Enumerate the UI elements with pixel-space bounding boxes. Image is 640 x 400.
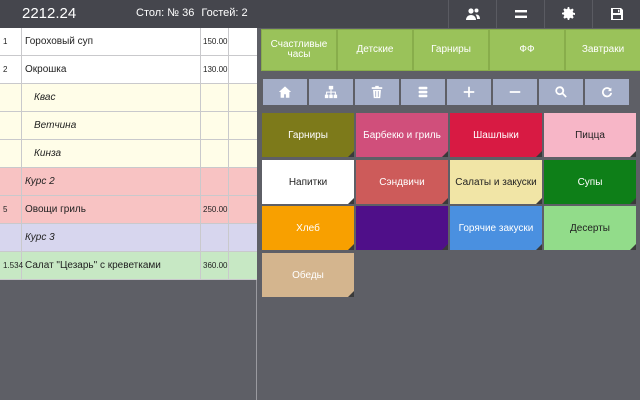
row-price: [201, 168, 229, 195]
menu-tile[interactable]: Шашлыки: [450, 113, 542, 157]
refresh-button[interactable]: [585, 79, 629, 105]
category-tab-breakfast[interactable]: Завтраки: [565, 29, 640, 71]
row-extra: [229, 224, 257, 251]
menu-tile[interactable]: Барбекю и гриль: [356, 113, 448, 157]
row-name: Салат "Цезарь" с креветками: [22, 252, 201, 279]
menu-tile[interactable]: Десерты: [544, 206, 636, 250]
table-number: Стол: № 36: [136, 7, 195, 19]
users-icon: [465, 8, 480, 20]
row-number: 2: [0, 56, 22, 83]
stack-icon: [418, 86, 428, 98]
row-extra: [229, 252, 257, 279]
row-price: [201, 140, 229, 167]
order-list: 1 Гороховый суп 150.00 2 Окрошка 130.00 …: [0, 28, 257, 400]
equals-icon: [514, 10, 527, 18]
row-name: Ветчина: [22, 112, 201, 139]
search-button[interactable]: [539, 79, 583, 105]
order-row[interactable]: Курс 2: [0, 168, 257, 196]
table-info: Стол: № 36 Гостей: 2: [136, 7, 252, 19]
row-name: Окрошка: [22, 56, 201, 83]
row-number: [0, 168, 22, 195]
menu-tile[interactable]: Пицца: [544, 113, 636, 157]
row-price: 250.00: [201, 196, 229, 223]
save-icon: [610, 8, 623, 20]
order-row[interactable]: Квас: [0, 84, 257, 112]
home-button[interactable]: [263, 79, 307, 105]
row-price: 360.00: [201, 252, 229, 279]
gear-icon: [561, 7, 575, 20]
row-name: Кинза: [22, 140, 201, 167]
order-row[interactable]: Ветчина: [0, 112, 257, 140]
menu-tile[interactable]: Хлеб: [262, 206, 354, 250]
plus-icon: [463, 86, 475, 98]
row-number: 1.534: [0, 252, 23, 279]
row-number: [0, 84, 22, 111]
row-extra: [229, 56, 257, 83]
delete-button[interactable]: [355, 79, 399, 105]
order-row[interactable]: 1 Гороховый суп 150.00: [0, 28, 257, 56]
row-number: 5: [0, 196, 22, 223]
order-row[interactable]: 2 Окрошка 130.00: [0, 56, 257, 84]
row-name: Курс 2: [22, 168, 201, 195]
menu-tile[interactable]: Гарниры: [262, 113, 354, 157]
row-price: [201, 112, 229, 139]
home-icon: [278, 86, 292, 98]
category-tab-sides[interactable]: Гарниры: [413, 29, 489, 71]
row-extra: [229, 84, 257, 111]
top-bar: 2212.24 Стол: № 36 Гостей: 2: [0, 0, 640, 28]
row-name: Гороховый суп: [22, 28, 201, 55]
save-button[interactable]: [592, 0, 640, 28]
row-extra: [229, 140, 257, 167]
row-name: Курс 3: [22, 224, 201, 251]
order-row[interactable]: 5 Овощи гриль 250.00: [0, 196, 257, 224]
hierarchy-button[interactable]: [309, 79, 353, 105]
row-name: Квас: [22, 84, 201, 111]
menu-tile[interactable]: Горячие закуски: [450, 206, 542, 250]
stack-button[interactable]: [401, 79, 445, 105]
row-number: [0, 140, 22, 167]
menu-tile[interactable]: Обеды: [262, 253, 354, 297]
category-tab-kids[interactable]: Детские: [337, 29, 413, 71]
row-extra: [229, 168, 257, 195]
guest-count: Гостей: 2: [201, 7, 248, 19]
row-number: 1: [0, 28, 22, 55]
row-extra: [229, 112, 257, 139]
increase-button[interactable]: [447, 79, 491, 105]
decrease-button[interactable]: [493, 79, 537, 105]
category-tab-ff[interactable]: ФФ: [489, 29, 565, 71]
menu-tile[interactable]: [356, 206, 448, 250]
search-icon: [555, 86, 567, 98]
trash-icon: [371, 85, 383, 99]
totals-button[interactable]: [496, 0, 544, 28]
minus-icon: [509, 91, 521, 93]
row-price: 130.00: [201, 56, 229, 83]
row-price: [201, 84, 229, 111]
menu-tile[interactable]: Салаты и закуски: [450, 160, 542, 204]
menu-tile[interactable]: Супы: [544, 160, 636, 204]
refresh-icon: [601, 87, 613, 98]
order-row[interactable]: 1.534 Салат "Цезарь" с креветками 360.00: [0, 252, 257, 280]
menu-tile[interactable]: Напитки: [262, 160, 354, 204]
category-tab-happy-hours[interactable]: Счастливые часы: [261, 29, 337, 71]
row-extra: [229, 196, 257, 223]
settings-button[interactable]: [544, 0, 592, 28]
hierarchy-icon: [324, 85, 338, 99]
order-number: 2212.24: [22, 5, 77, 22]
row-number: [0, 224, 22, 251]
row-price: 150.00: [201, 28, 229, 55]
row-number: [0, 112, 22, 139]
order-row[interactable]: Курс 3: [0, 224, 257, 252]
guests-button[interactable]: [448, 0, 496, 28]
order-row[interactable]: Кинза: [0, 140, 257, 168]
menu-tile[interactable]: Сэндвичи: [356, 160, 448, 204]
row-name: Овощи гриль: [22, 196, 201, 223]
row-price: [201, 224, 229, 251]
row-extra: [229, 28, 257, 55]
